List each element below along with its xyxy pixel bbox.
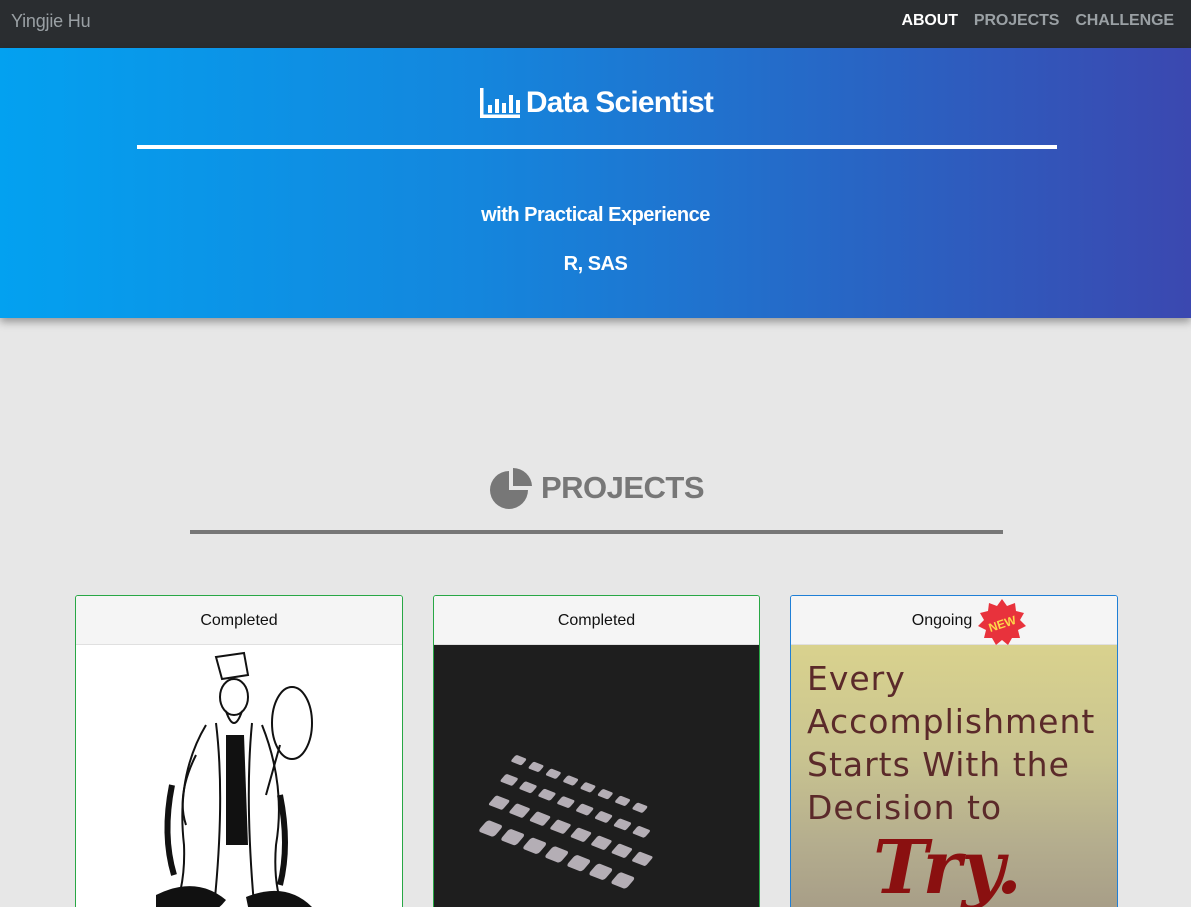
project-card-1[interactable]: Completed <box>75 595 403 907</box>
motivational-quote-image[interactable]: Every Accomplishment Starts With the Dec… <box>791 645 1117 907</box>
nav-link-challenge[interactable]: CHALLENGE <box>1075 12 1174 30</box>
project-card-3[interactable]: Ongoing NEW Every Accomplishment Starts … <box>790 595 1118 907</box>
hero-title: Data Scientist <box>525 86 714 119</box>
card-status: Ongoing NEW <box>791 596 1117 645</box>
quote-line: Every <box>807 659 906 698</box>
nav-link-about[interactable]: ABOUT <box>902 12 958 30</box>
hero-section: Data Scientist with Practical Experience… <box>0 48 1191 318</box>
brand-link[interactable]: Yingjie Hu <box>11 11 91 32</box>
hero-divider <box>137 145 1057 149</box>
pie-chart-icon <box>489 467 532 509</box>
hero-skills: R, SAS <box>563 253 628 275</box>
nav-links: ABOUT PROJECTS CHALLENGE <box>902 12 1175 30</box>
keyboard-photo-image[interactable] <box>434 645 759 907</box>
quote-line: Decision to <box>807 788 1003 827</box>
quote-line: Starts With the <box>807 745 1070 784</box>
quote-emphasis: Try. <box>873 825 1022 907</box>
sage-illustration-image[interactable]: ‥ <box>76 645 402 907</box>
project-card-2[interactable]: Completed <box>433 595 760 907</box>
navbar: Yingjie Hu ABOUT PROJECTS CHALLENGE <box>0 0 1191 48</box>
hero-subtitle: with Practical Experience <box>481 204 710 226</box>
nav-link-projects[interactable]: PROJECTS <box>974 12 1060 30</box>
new-badge-icon: NEW <box>978 599 1026 645</box>
card-status: Completed <box>76 596 402 645</box>
hero-heading: Data Scientist <box>0 86 1191 120</box>
card-status-label: Ongoing <box>911 612 973 629</box>
projects-title: PROJECTS <box>540 470 705 505</box>
quote-text: Every Accomplishment Starts With the Dec… <box>807 657 1095 829</box>
card-status: Completed <box>434 596 759 645</box>
projects-heading: PROJECTS <box>0 466 1191 510</box>
projects-divider <box>190 530 1003 534</box>
quote-line: Accomplishment <box>807 702 1096 741</box>
bar-chart-icon <box>479 88 520 118</box>
svg-text:‥: ‥ <box>326 900 337 907</box>
